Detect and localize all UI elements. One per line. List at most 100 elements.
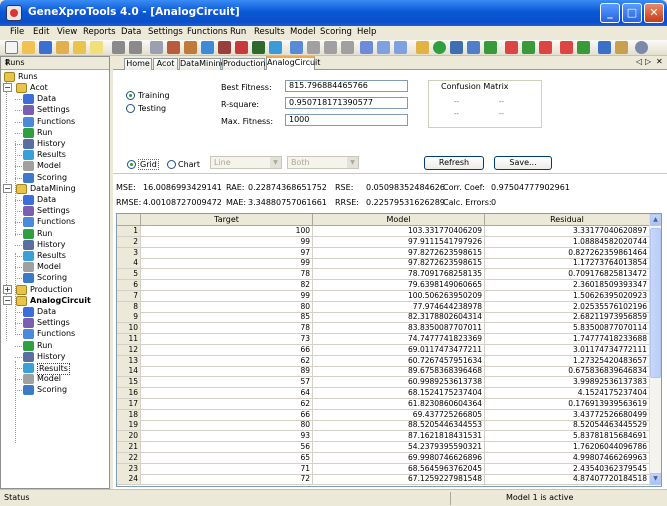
model-cell[interactable]: 97.9111541797926 (313, 236, 485, 248)
history-icon[interactable] (252, 41, 265, 54)
residual-cell[interactable]: 4.1524175237404 (485, 388, 650, 399)
model-cell[interactable]: 82.3178802604314 (313, 312, 485, 324)
residual-cell[interactable]: 1.08884582020744 (485, 236, 650, 248)
save-button[interactable]: Save... (494, 156, 552, 170)
target-cell[interactable]: 65 (141, 452, 313, 464)
scroll-thumb[interactable] (650, 228, 661, 378)
stop-icon[interactable] (218, 41, 231, 54)
model-cell[interactable]: 69.437725266805 (313, 409, 485, 421)
residual-cell[interactable]: 0.176913939563619 (485, 398, 650, 410)
table-row[interactable]: 12 66 69.0117473477211 3.01174734772111 (117, 344, 650, 356)
settings-icon[interactable] (184, 41, 197, 54)
target-cell[interactable]: 66 (141, 344, 313, 356)
model-cell[interactable]: 79.6398149060665 (313, 280, 485, 291)
new-icon[interactable] (5, 41, 18, 54)
model-cell[interactable]: 69.0117473477211 (313, 344, 485, 356)
model-cell[interactable]: 89.6758368396468 (313, 366, 485, 378)
target-cell[interactable]: 80 (141, 301, 313, 313)
target-cell[interactable]: 93 (141, 431, 313, 443)
table-row[interactable]: 3 97 97.8272623598615 0.827262359861464 (117, 247, 650, 259)
target-cell[interactable]: 99 (141, 236, 313, 248)
scroll-down-icon[interactable]: ▼ (650, 473, 661, 485)
grid-scrollbar[interactable]: ▲ ▼ (649, 214, 661, 486)
model-cell[interactable]: 68.5645963762045 (313, 463, 485, 475)
folder-icon[interactable] (56, 41, 69, 54)
residual-cell[interactable]: 1.74777418233688 (485, 334, 650, 345)
target-cell[interactable]: 78 (141, 269, 313, 281)
residual-cell[interactable]: 1.50626395020923 (485, 290, 650, 302)
report-red2-icon[interactable] (539, 41, 552, 54)
play-icon[interactable] (129, 41, 142, 54)
tab-home[interactable]: Home (124, 58, 152, 70)
stats-icon[interactable] (394, 41, 407, 54)
scroll-up-icon[interactable]: ▲ (650, 214, 661, 226)
model-cell[interactable]: 60.9989253613738 (313, 377, 485, 389)
menu-run[interactable]: Run (230, 26, 246, 39)
target-cell[interactable]: 99 (141, 258, 313, 270)
open-icon[interactable] (22, 41, 35, 54)
residual-cell[interactable]: 3.43772526680499 (485, 409, 650, 421)
pin-icon[interactable]: ‡ (5, 58, 104, 67)
model-cell[interactable]: 100.506263950209 (313, 290, 485, 302)
target-cell[interactable]: 89 (141, 366, 313, 378)
report-green-icon[interactable] (522, 41, 535, 54)
tab-datamining[interactable]: DataMining (179, 58, 226, 70)
table-row[interactable]: 14 89 89.6758368396468 0.675836839646834 (117, 366, 650, 378)
chart-icon[interactable] (377, 41, 390, 54)
table-row[interactable]: 23 71 68.5645963762045 2.43540362379545 (117, 463, 650, 475)
key-icon[interactable] (416, 41, 429, 54)
grid-header-model[interactable]: Model (313, 214, 485, 226)
save-icon[interactable] (39, 41, 52, 54)
model-cell[interactable]: 60.7267457951634 (313, 355, 485, 367)
functions-icon[interactable] (201, 41, 214, 54)
target-cell[interactable]: 57 (141, 377, 313, 389)
residual-cell[interactable]: 5.83781815684691 (485, 431, 650, 443)
model-cell[interactable]: 74.7477741823369 (313, 334, 485, 345)
target-cell[interactable]: 99 (141, 290, 313, 302)
table-row[interactable]: 4 99 97.8272623598615 1.17273764013854 (117, 258, 650, 270)
target-cell[interactable]: 97 (141, 247, 313, 259)
target-cell[interactable]: 85 (141, 312, 313, 324)
target-cell[interactable]: 82 (141, 280, 313, 291)
grid-header-target[interactable]: Target (141, 214, 313, 226)
residual-cell[interactable]: 4.87407720184518 (485, 474, 650, 486)
results-icon[interactable] (269, 41, 282, 54)
chart-type-select[interactable]: Line ▼ (210, 156, 282, 169)
table-row[interactable]: 18 66 69.437725266805 3.43772526680499 (117, 409, 650, 421)
model-cell[interactable]: 69.9980746626896 (313, 452, 485, 464)
tab-scroll-right-icon[interactable]: ▷ (645, 57, 651, 66)
table-row[interactable]: 10 78 83.8350087707011 5.83500877070114 (117, 323, 650, 335)
menu-scoring[interactable]: Scoring (320, 26, 352, 39)
residual-cell[interactable]: 0.709176825813472 (485, 269, 650, 281)
run-icon[interactable] (235, 41, 248, 54)
model-cell[interactable]: 97.8272623598615 (313, 247, 485, 259)
target-cell[interactable]: 100 (141, 226, 313, 237)
residual-cell[interactable]: 3.01174734772111 (485, 344, 650, 356)
collapse-icon[interactable]: − (3, 183, 12, 193)
target-cell[interactable]: 78 (141, 323, 313, 335)
maximize-button[interactable]: □ (622, 3, 642, 23)
menu-functions[interactable]: Functions (187, 26, 228, 39)
table-row[interactable]: 20 93 87.1621818431531 5.83781815684691 (117, 431, 650, 443)
target-cell[interactable]: 56 (141, 442, 313, 453)
network2-icon[interactable] (484, 41, 497, 54)
grid-header-residual[interactable]: Residual (485, 214, 650, 226)
target-cell[interactable]: 73 (141, 334, 313, 345)
tree-icon[interactable] (307, 41, 320, 54)
residual-cell[interactable]: 1.76206044096786 (485, 442, 650, 453)
table-row[interactable]: 24 72 67.1259227981548 4.87407720184518 (117, 474, 650, 486)
model-icon[interactable] (290, 41, 303, 54)
residual-cell[interactable]: 0.675836839646834 (485, 366, 650, 378)
model-cell[interactable]: 87.1621818431531 (313, 431, 485, 443)
target-cell[interactable]: 72 (141, 474, 313, 486)
series-select[interactable]: Both ▼ (287, 156, 359, 169)
residual-cell[interactable]: 2.02535576102196 (485, 301, 650, 313)
residual-cell[interactable]: 1.27325420483657 (485, 355, 650, 367)
table-red-icon[interactable] (560, 41, 573, 54)
results-grid[interactable]: Target Model Residual 1 100 103.3317704062… (116, 213, 662, 487)
model-cell[interactable]: 97.8272623598615 (313, 258, 485, 270)
expand-icon[interactable]: + (3, 284, 12, 294)
testing-radio[interactable] (126, 104, 135, 113)
menu-edit[interactable]: Edit (33, 26, 49, 39)
target-cell[interactable]: 80 (141, 420, 313, 432)
